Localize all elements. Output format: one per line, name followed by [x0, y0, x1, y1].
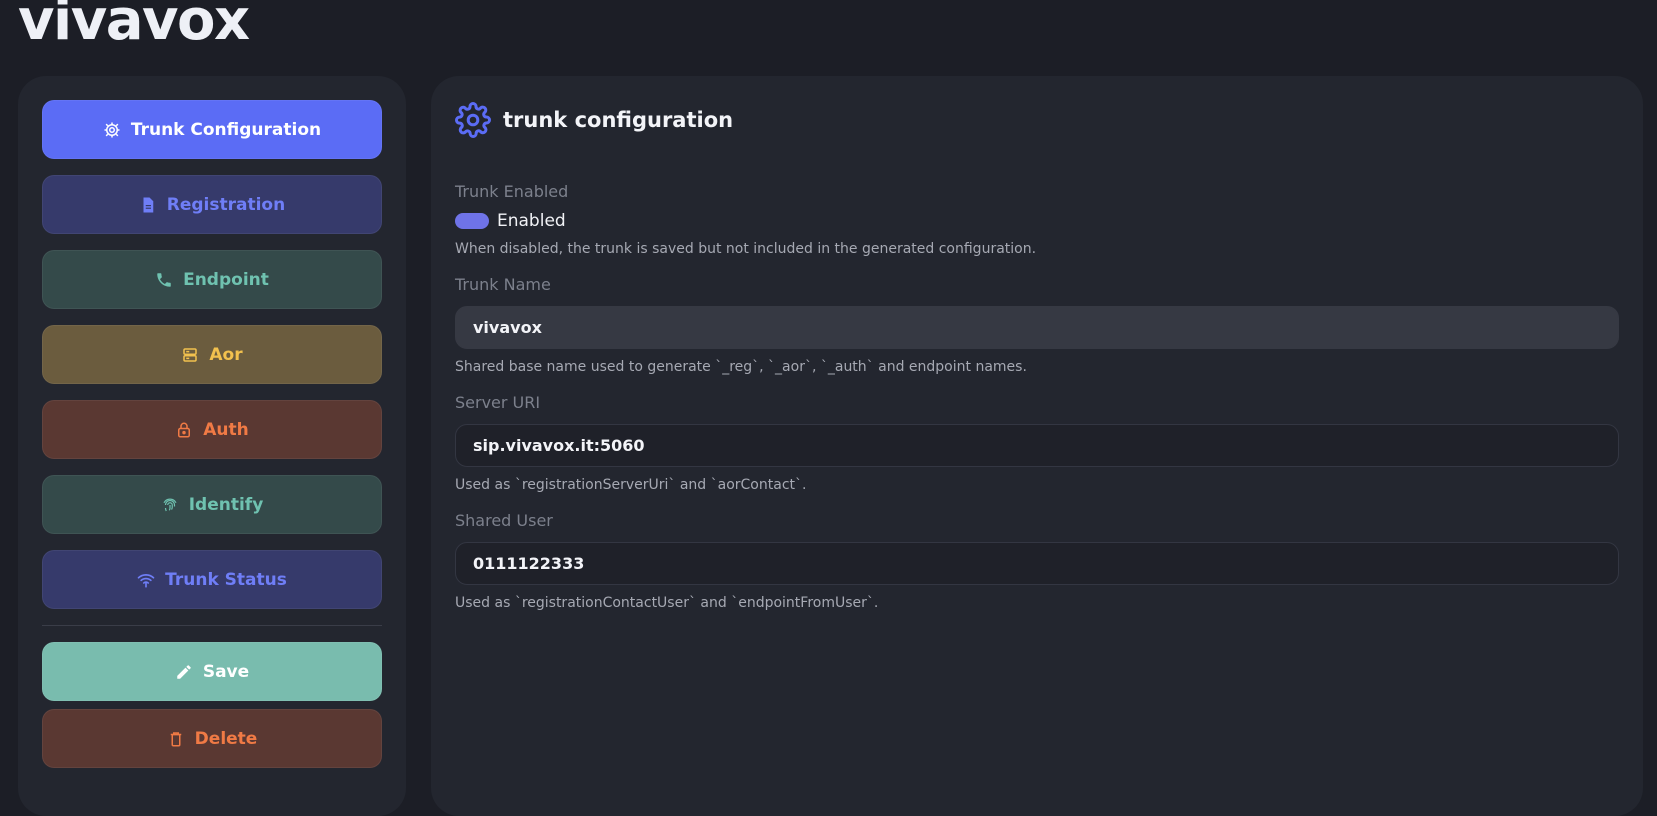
check-icon: ✔	[476, 214, 485, 225]
delete-button[interactable]: Delete	[42, 709, 382, 768]
trunk-enabled-label: Trunk Enabled	[455, 182, 569, 201]
sidebar-item-trunk-status[interactable]: Trunk Status	[42, 550, 382, 609]
pencil-icon	[177, 664, 191, 679]
app-logo: vivavox	[18, 0, 250, 53]
trunk-name-help: Shared base name used to generate `_reg`…	[455, 359, 1027, 375]
sidebar-item-label: Endpoint	[183, 269, 269, 290]
sidebar-item-label: Registration	[166, 194, 286, 215]
trash-icon	[170, 731, 181, 746]
save-label: Save	[202, 661, 250, 682]
server-uri-help: Used as `registrationServerUri` and `aor…	[455, 477, 807, 493]
trunk-enabled-row: ✔ Enabled	[455, 211, 1619, 231]
trunk-name-input[interactable]: vivavox	[455, 306, 1619, 349]
sidebar-item-auth[interactable]: Auth	[42, 400, 382, 459]
sidebar: Trunk Configuration Registration Endpoin…	[18, 76, 406, 816]
trunk-configuration-panel: trunk configuration Trunk Enabled ✔ Enab…	[431, 76, 1643, 816]
wifi-icon	[137, 573, 155, 588]
shared-user-help: Used as `registrationContactUser` and `e…	[455, 595, 879, 611]
panel-header: trunk configuration	[455, 100, 1619, 140]
fingerprint-icon	[163, 498, 177, 511]
sidebar-item-label: Trunk Status	[165, 569, 287, 590]
trunk-name-value: vivavox	[473, 318, 542, 337]
gear-icon	[104, 122, 120, 137]
lock-icon	[178, 422, 191, 437]
trunk-enabled-toggle[interactable]: ✔	[455, 213, 489, 229]
page-title: trunk configuration	[503, 108, 734, 132]
shared-user-value: 0111122333	[473, 554, 585, 573]
save-button[interactable]: Save	[42, 642, 382, 701]
sidebar-item-registration[interactable]: Registration	[42, 175, 382, 234]
trunk-enabled-help: When disabled, the trunk is saved but no…	[455, 241, 1037, 257]
shared-user-input[interactable]: 0111122333	[455, 542, 1619, 585]
server-uri-value: sip.vivavox.it:5060	[473, 436, 645, 455]
sidebar-item-trunk-configuration[interactable]: Trunk Configuration	[42, 100, 382, 159]
sidebar-item-label: Trunk Configuration	[130, 119, 322, 140]
phone-icon	[157, 272, 171, 287]
sidebar-item-identify[interactable]: Identify	[42, 475, 382, 534]
document-icon	[143, 197, 154, 212]
sidebar-item-label: Auth	[203, 419, 249, 440]
server-uri-input[interactable]: sip.vivavox.it:5060	[455, 424, 1619, 467]
server-uri-label: Server URI	[455, 393, 541, 412]
sidebar-item-aor[interactable]: Aor	[42, 325, 382, 384]
sidebar-item-label: Aor	[209, 344, 243, 365]
sidebar-divider	[42, 625, 382, 626]
trunk-enabled-toggle-label: Enabled	[497, 211, 566, 231]
sidebar-item-endpoint[interactable]: Endpoint	[42, 250, 382, 309]
sidebar-item-label: Identify	[188, 494, 264, 515]
trunk-name-label: Trunk Name	[455, 275, 551, 294]
server-icon	[183, 347, 198, 362]
gear-icon	[455, 102, 491, 138]
delete-label: Delete	[194, 728, 258, 749]
shared-user-label: Shared User	[455, 511, 553, 530]
